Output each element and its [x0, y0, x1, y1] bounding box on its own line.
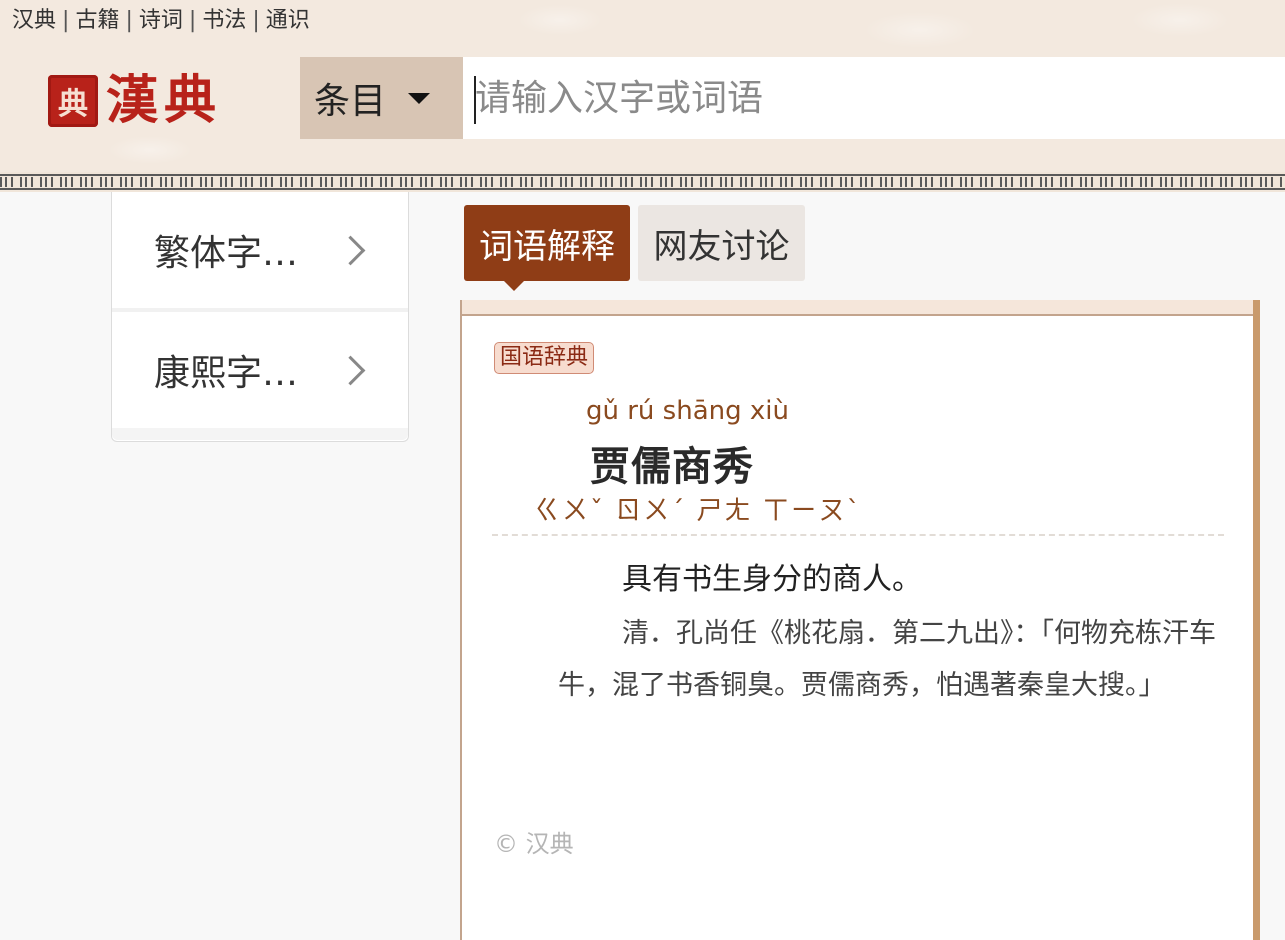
top-nav-separator: |: [125, 8, 133, 33]
sidebar-item-traditional[interactable]: 繁体字…: [112, 192, 408, 312]
top-nav-link-handian[interactable]: 汉典: [12, 8, 56, 33]
top-nav-link-shufa[interactable]: 书法: [202, 8, 246, 33]
top-nav-link-guji[interactable]: 古籍: [75, 8, 119, 33]
top-nav: 汉典 | 古籍 | 诗词 | 书法 | 通识: [12, 2, 310, 34]
top-nav-link-shici[interactable]: 诗词: [139, 8, 183, 33]
sidebar-footer-strip: [112, 428, 408, 440]
fret-border-divider: [0, 172, 1285, 192]
divider: [492, 534, 1224, 536]
seal-logo-icon: 典: [48, 75, 98, 127]
top-nav-separator: |: [62, 8, 70, 33]
site-header: 汉典 | 古籍 | 诗词 | 书法 | 通识 典 漢典 条目: [0, 0, 1285, 172]
card-top-strip: [462, 300, 1253, 316]
sidebar: 繁体字… 康熙字…: [111, 192, 409, 442]
sidebar-item-label: 繁体字…: [154, 233, 299, 274]
search-input[interactable]: [463, 57, 1285, 139]
sidebar-item-kangxi[interactable]: 康熙字…: [112, 312, 408, 428]
site-logo[interactable]: 典 漢典: [48, 72, 222, 130]
top-nav-separator: |: [188, 8, 197, 33]
sidebar-item-label: 康熙字…: [154, 353, 299, 394]
chevron-right-icon: [335, 235, 366, 265]
search-type-label: 条目: [314, 81, 387, 122]
entry-word: 贾儒商秀: [590, 444, 754, 490]
top-nav-link-tongshi[interactable]: 通识: [266, 8, 310, 33]
text-cursor: [474, 76, 476, 124]
logo-text: 漢典: [106, 70, 223, 131]
search-type-dropdown[interactable]: 条目: [300, 57, 463, 139]
citation-quote: 清．孔尚任《桃花扇．第二九出》：「何物充栋汗车牛，混了书香铜臭。贾儒商秀，怕遇著…: [558, 618, 1216, 701]
tab-word-explanation[interactable]: 词语解释: [464, 205, 630, 291]
pinyin: gǔ rú shāng xiù: [586, 396, 789, 426]
definition-text: 具有书生身分的商人。: [622, 562, 922, 597]
source-badge: 国语辞典: [494, 342, 595, 374]
caret-down-icon: [408, 92, 431, 104]
top-nav-separator: |: [252, 8, 260, 33]
entry-card: 国语辞典 gǔ rú shāng xiù 贾儒商秀 ㄍㄨˇ ㄖㄨˊ ㄕㄤ ㄒㄧㄡ…: [460, 300, 1260, 940]
zhuyin: ㄍㄨˇ ㄖㄨˊ ㄕㄤ ㄒㄧㄡˋ: [534, 496, 862, 526]
chevron-right-icon: [335, 355, 366, 385]
tab-user-discussion[interactable]: 网友讨论: [638, 205, 805, 281]
copyright-text: © 汉典: [494, 830, 574, 858]
